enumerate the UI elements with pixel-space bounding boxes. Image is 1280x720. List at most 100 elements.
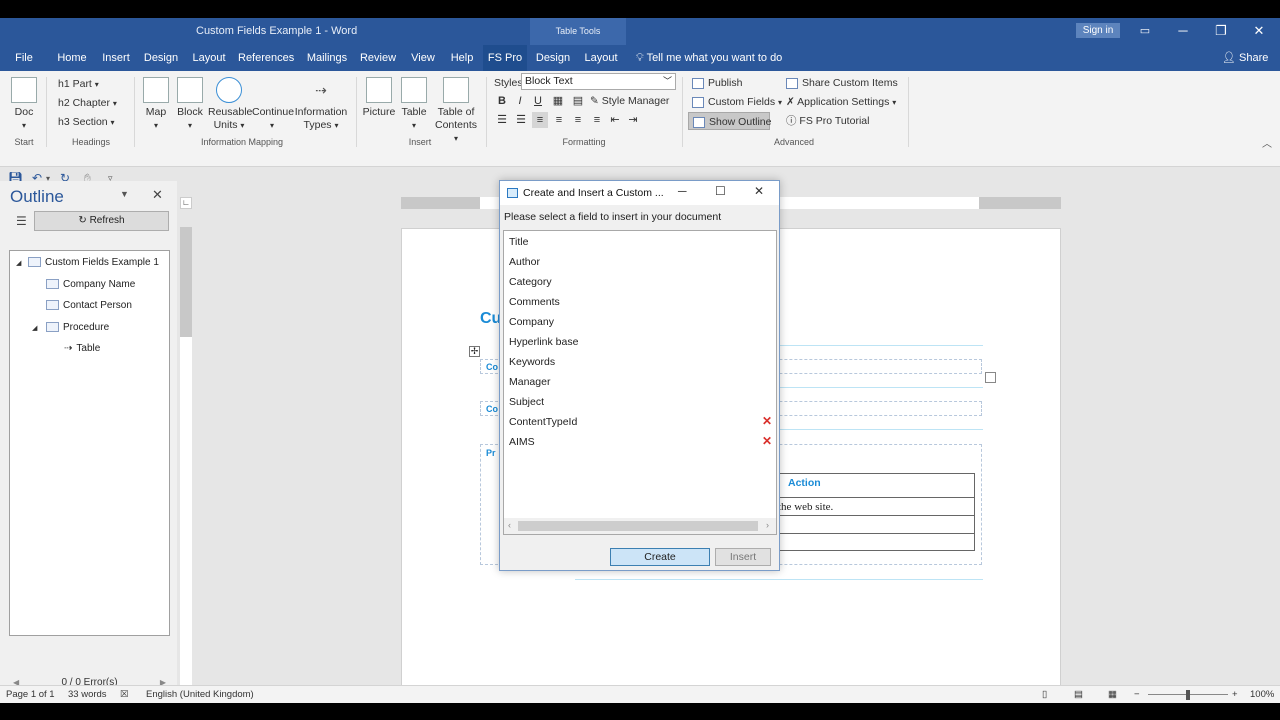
picture-button[interactable]: Picture: [362, 77, 396, 119]
field-list[interactable]: Title Author Category Comments Company H…: [503, 230, 777, 535]
tab-help[interactable]: Help: [448, 45, 476, 71]
outline-options-icon[interactable]: ▼: [120, 189, 129, 199]
information-types-button[interactable]: ⇢ Information Types ▾: [294, 77, 348, 132]
table-of-contents-button[interactable]: Table of Contents ▾: [432, 77, 480, 145]
table-format-icon[interactable]: ▦: [550, 93, 566, 109]
table-button[interactable]: Table ▾: [398, 77, 430, 132]
align-center-icon[interactable]: ≡: [551, 112, 567, 128]
delete-field-icon[interactable]: ✕: [762, 414, 772, 428]
share-custom-items-button[interactable]: Share Custom Items: [786, 74, 898, 92]
table-move-handle-icon[interactable]: ✢: [469, 346, 480, 357]
publish-button[interactable]: Publish: [692, 74, 742, 92]
zoom-in-icon[interactable]: +: [1232, 689, 1238, 700]
custom-fields-button[interactable]: Custom Fields ▾: [692, 93, 782, 111]
tab-view[interactable]: View: [408, 45, 438, 71]
list-item[interactable]: Comments: [509, 296, 560, 308]
decrease-indent-icon[interactable]: ⇤: [607, 112, 623, 128]
list-item[interactable]: Author: [509, 256, 540, 268]
list-item[interactable]: Keywords: [509, 356, 555, 368]
tab-home[interactable]: Home: [54, 45, 90, 71]
numbered-list-icon[interactable]: ☰: [494, 112, 510, 128]
heading-chapter-button[interactable]: h2 Chapter ▾: [58, 94, 117, 112]
proofing-icon[interactable]: ☒: [120, 689, 129, 700]
increase-indent-icon[interactable]: ⇥: [625, 112, 641, 128]
style-manager-button[interactable]: ✎ Style Manager: [590, 92, 669, 110]
tab-table-layout[interactable]: Layout: [582, 45, 620, 71]
dialog-title-bar[interactable]: Create and Insert a Custom ... ─ ☐ ✕: [500, 181, 779, 205]
tab-fs-pro[interactable]: FS Pro: [483, 45, 527, 71]
share-button[interactable]: 👤︎ Share: [1222, 45, 1268, 71]
scroll-right-icon[interactable]: ›: [766, 520, 769, 530]
vertical-ruler[interactable]: [180, 227, 192, 703]
print-layout-icon[interactable]: ▤: [1074, 689, 1083, 700]
underline-button[interactable]: U: [530, 93, 546, 109]
bullet-list-icon[interactable]: ☰: [513, 112, 529, 128]
ribbon-display-options-icon[interactable]: ▭: [1134, 21, 1156, 41]
restore-button[interactable]: ❐: [1210, 21, 1232, 41]
tab-review[interactable]: Review: [358, 45, 398, 71]
dialog-minimize-icon[interactable]: ─: [678, 184, 687, 198]
tell-me-search[interactable]: 💡︎ Tell me what you want to do: [636, 45, 782, 71]
block-button[interactable]: Block ▾: [176, 77, 204, 132]
outline-list-icon[interactable]: ☰: [16, 214, 27, 228]
tree-node-contact-person[interactable]: Contact Person: [46, 300, 132, 311]
show-outline-button[interactable]: Show Outline: [688, 112, 771, 130]
tree-node-procedure[interactable]: ◢ Procedure: [32, 322, 109, 333]
close-button[interactable]: ✕: [1248, 21, 1270, 41]
application-settings-button[interactable]: ✗ Application Settings ▾: [786, 93, 896, 111]
fs-pro-tutorial-button[interactable]: ⓘ FS Pro Tutorial: [786, 112, 869, 130]
delete-field-icon[interactable]: ✕: [762, 434, 772, 448]
italic-button[interactable]: I: [512, 93, 528, 109]
expand-triangle-icon[interactable]: ◢: [16, 259, 21, 267]
zoom-level[interactable]: 100%: [1250, 689, 1274, 700]
dialog-close-icon[interactable]: ✕: [754, 184, 764, 198]
list-item[interactable]: Company: [509, 316, 554, 328]
justify-icon[interactable]: ≡: [589, 112, 605, 128]
heading-section-button[interactable]: h3 Section ▾: [58, 113, 115, 131]
insert-button[interactable]: Insert: [715, 548, 771, 566]
reusable-units-button[interactable]: Reusable Units ▾: [208, 77, 252, 132]
align-left-icon[interactable]: ≡: [532, 112, 548, 128]
collapse-ribbon-icon[interactable]: ︿: [1262, 135, 1272, 150]
procedure-table[interactable]: Action the web site.: [777, 473, 975, 551]
bold-button[interactable]: B: [494, 93, 510, 109]
heading-part-button[interactable]: h1 Part ▾: [58, 75, 99, 93]
tab-references[interactable]: References: [238, 45, 294, 71]
tree-node-table[interactable]: ⇢ Table: [64, 343, 100, 354]
create-button[interactable]: Create: [610, 548, 710, 566]
zoom-out-icon[interactable]: −: [1134, 689, 1140, 700]
list-item[interactable]: Manager: [509, 376, 550, 388]
read-mode-icon[interactable]: ▯: [1042, 689, 1047, 700]
refresh-button[interactable]: ↻ Refresh: [34, 211, 169, 231]
styles-combo[interactable]: Block Text ﹀: [521, 73, 676, 90]
list-item[interactable]: AIMS: [509, 436, 535, 448]
tab-mailings[interactable]: Mailings: [304, 45, 350, 71]
scroll-left-icon[interactable]: ‹: [508, 520, 511, 530]
word-count[interactable]: 33 words: [68, 689, 107, 700]
page-count[interactable]: Page 1 of 1: [6, 689, 55, 700]
zoom-slider-thumb[interactable]: [1186, 690, 1190, 700]
grid-format-icon[interactable]: ▤: [570, 93, 586, 109]
tab-table-design[interactable]: Design: [532, 45, 574, 71]
language[interactable]: English (United Kingdom): [146, 689, 254, 700]
horizontal-scrollbar[interactable]: ‹ ›: [504, 518, 776, 534]
tab-insert[interactable]: Insert: [100, 45, 132, 71]
list-item[interactable]: Title: [509, 236, 528, 248]
tab-layout[interactable]: Layout: [190, 45, 228, 71]
list-item[interactable]: Hyperlink base: [509, 336, 578, 348]
dialog-maximize-icon[interactable]: ☐: [715, 184, 726, 198]
tree-node-company-name[interactable]: Company Name: [46, 279, 135, 290]
minimize-button[interactable]: ─: [1172, 21, 1194, 41]
continue-button[interactable]: Continue ▾: [252, 77, 294, 132]
tab-design[interactable]: Design: [142, 45, 180, 71]
expand-triangle-icon[interactable]: ◢: [32, 324, 37, 332]
tab-file[interactable]: File: [10, 45, 38, 71]
list-item[interactable]: Category: [509, 276, 552, 288]
sign-in-button[interactable]: Sign in: [1076, 23, 1120, 38]
scrollbar-thumb[interactable]: [518, 521, 758, 531]
list-item[interactable]: ContentTypeId: [509, 416, 577, 428]
doc-button[interactable]: Doc ▾: [8, 77, 40, 132]
web-layout-icon[interactable]: ▦: [1108, 689, 1117, 700]
tab-selector-icon[interactable]: ∟: [180, 197, 192, 209]
outline-close-icon[interactable]: ✕: [152, 187, 163, 203]
